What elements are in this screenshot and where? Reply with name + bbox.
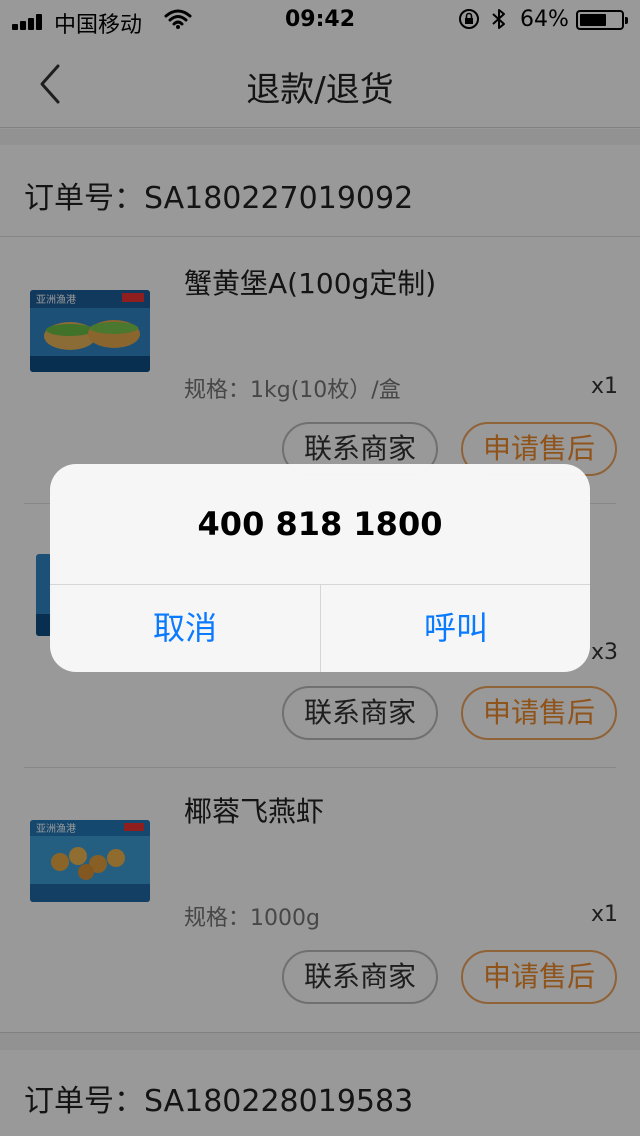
phone-number: 400 818 1800 bbox=[197, 505, 443, 543]
call-dialog: 400 818 1800 取消 呼叫 bbox=[50, 464, 590, 672]
cancel-button[interactable]: 取消 bbox=[50, 585, 320, 672]
call-button[interactable]: 呼叫 bbox=[321, 585, 590, 672]
